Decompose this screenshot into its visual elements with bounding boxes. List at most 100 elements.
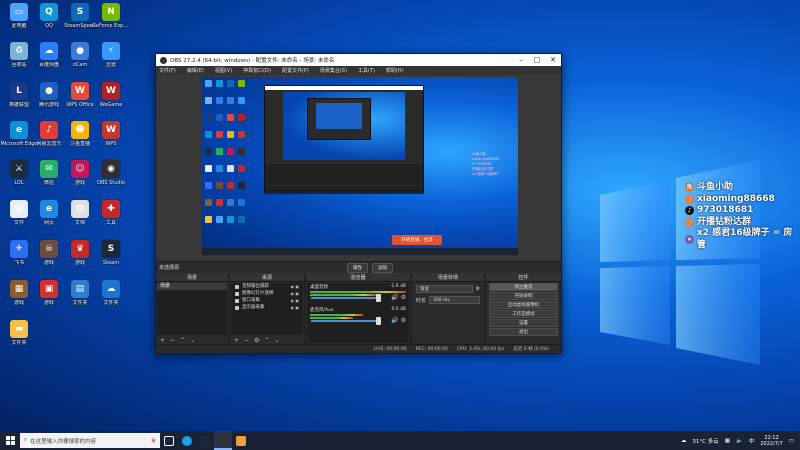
app-taskbar-icon[interactable] (232, 431, 250, 450)
volume-icon[interactable]: 🔈 (736, 438, 743, 444)
add-scene-icon[interactable]: + (160, 337, 165, 344)
menu-tools[interactable]: 工具(T) (358, 67, 375, 74)
remove-source-icon[interactable]: − (244, 337, 249, 344)
input-language[interactable]: 中 (749, 437, 755, 445)
network-icon[interactable]: ▦ (725, 438, 730, 444)
maximize-icon[interactable]: □ (529, 54, 545, 66)
desktop-icon[interactable]: ☁ 文件夹 (94, 280, 128, 320)
start-recording-button[interactable]: 开始录制 (489, 292, 558, 300)
close-icon[interactable]: ✕ (545, 54, 561, 66)
eye-icon[interactable]: ◉ ▣ (290, 304, 299, 311)
desktop-app-icon: W (102, 82, 120, 100)
settings-button[interactable]: 设置 (489, 319, 558, 327)
notification-icon[interactable]: ▭ (789, 438, 794, 444)
desktop-icon[interactable]: W WPS (94, 121, 128, 161)
start-button[interactable] (0, 431, 20, 450)
danmaku-row: ◎ xiaoming88668 (685, 193, 775, 204)
duration-input[interactable]: 300 ms (429, 296, 480, 304)
gear-icon[interactable]: ⚙ (401, 294, 406, 301)
gear-icon[interactable]: ⚙ (401, 317, 406, 324)
gear-icon[interactable]: ⚙ (476, 286, 480, 292)
move-down-icon[interactable]: ⌄ (274, 337, 279, 344)
desktop-app-icon: L (10, 82, 28, 100)
desktop-icon[interactable]: ⚡ 迅雷 (94, 42, 128, 82)
weather-text[interactable]: 31°C 多云 (692, 437, 718, 445)
properties-button[interactable]: 属性 (347, 262, 368, 273)
source-item[interactable]: 图像幻灯片放映 ◉ ▣ (231, 290, 303, 297)
desktop-app-icon: W (71, 82, 89, 100)
desktop-icon[interactable]: W WeGame (94, 82, 128, 122)
obs-statusbar: LIVE: 00:00:00 REC: 00:00:00 CPU: 3.4%, … (156, 344, 561, 353)
avatar-icon: ◎ (685, 194, 694, 204)
preview-desktop-icon (216, 114, 223, 121)
windows-wallpaper-logo (600, 160, 760, 365)
taskbar-search-box[interactable]: ⌕ 在这里输入你要搜索的内容 🀄 (20, 433, 160, 448)
desktop-app-icon: ⚡ (102, 42, 120, 60)
volume-slider-handle[interactable] (376, 317, 381, 325)
transition-select[interactable]: 渐变 (416, 285, 473, 293)
add-source-icon[interactable]: + (234, 337, 239, 344)
desktop-icon-label: 迅雷 (105, 62, 116, 68)
start-virtual-camera-button[interactable]: 启动虚拟摄像机 (489, 301, 558, 309)
preview-desktop-icon (238, 216, 245, 223)
obs-window[interactable]: OBS 27.2.4 (64-bit, windows) - 配置文件: 未命名… (155, 53, 562, 354)
remove-scene-icon[interactable]: − (170, 337, 175, 344)
minimize-icon[interactable]: – (513, 54, 529, 66)
speaker-icon[interactable]: 🔊 (391, 317, 398, 324)
eye-icon[interactable]: ◉ ▣ (290, 283, 299, 290)
studio-mode-button[interactable]: 工作室模式 (489, 310, 558, 318)
dropped-frames-status: 延迟 0 帧 (0.0%) (513, 347, 549, 352)
source-item[interactable]: 显示器采集 ◉ ▣ (231, 304, 303, 311)
desktop-app-icon: e (10, 121, 28, 139)
filters-button[interactable]: 滤镜 (372, 262, 393, 273)
volume-slider-handle[interactable] (376, 294, 381, 302)
steam-taskbar-icon[interactable] (196, 431, 214, 450)
volume-slider[interactable] (311, 320, 377, 322)
menu-scene-collection[interactable]: 场景集合(S) (320, 67, 347, 74)
obs-titlebar[interactable]: OBS 27.2.4 (64-bit, windows) - 配置文件: 未命名… (156, 54, 561, 66)
eye-icon[interactable]: ◉ ▣ (290, 290, 299, 297)
live-status: LIVE: 00:00:00 (373, 346, 407, 352)
douyu-icon: 鱼 (685, 183, 694, 193)
speaker-icon[interactable]: 🔊 (391, 294, 398, 301)
desktop-app-icon: ♻ (10, 42, 28, 60)
weather-icon[interactable]: ☁ (681, 438, 687, 444)
menu-profile[interactable]: 配置文件(P) (282, 67, 309, 74)
source-item[interactable]: 窗口采集 ◉ ▣ (231, 297, 303, 304)
move-up-icon[interactable]: ⌃ (180, 337, 185, 344)
gear-icon[interactable]: ⚙ (254, 337, 259, 344)
desktop-icon-label: 工具 (105, 220, 116, 226)
volume-meter (310, 291, 406, 293)
source-item[interactable]: 音频输出捕获 ◉ ▣ (231, 283, 303, 290)
desktop-app-icon: ✉ (40, 160, 58, 178)
eye-icon[interactable]: ◉ ▣ (290, 297, 299, 304)
desktop-icon[interactable]: ◉ OBS Studio (94, 160, 128, 200)
desktop-app-icon: ☁ (102, 280, 120, 298)
scene-item[interactable]: 场景 (157, 283, 227, 290)
exit-button[interactable]: 退出 (489, 328, 558, 336)
move-up-icon[interactable]: ⌃ (264, 337, 269, 344)
desktop-icon-label: WeGame (99, 102, 123, 108)
desktop-icon[interactable]: ✚ 工具 (94, 200, 128, 240)
menu-file[interactable]: 文件(F) (159, 67, 176, 74)
menu-docks[interactable]: 停靠窗口(D) (243, 67, 271, 74)
desktop-icon[interactable]: N GeForce Experience (92, 3, 130, 43)
menu-help[interactable]: 帮助(H) (386, 67, 404, 74)
desktop-icon[interactable]: S Steam (94, 240, 128, 280)
obs-taskbar-icon[interactable] (214, 431, 232, 450)
desktop-icon-label: 文件夹 (103, 300, 119, 306)
edge-taskbar-icon[interactable] (178, 431, 196, 450)
move-down-icon[interactable]: ⌄ (190, 337, 195, 344)
volume-meter (310, 317, 354, 319)
nested-obs-window (264, 85, 424, 191)
monitor-source-icon (235, 305, 239, 310)
task-view-icon[interactable] (160, 431, 178, 450)
menu-view[interactable]: 视图(V) (215, 67, 232, 74)
danmaku-row: ♪ 973018681 (685, 205, 800, 217)
preview-desktop-capture: 斗鱼小助 xiaoming88668 973018681 开播钻粉达群 x2 感… (202, 77, 518, 255)
menu-edit[interactable]: 编辑(E) (187, 67, 204, 74)
stop-streaming-button[interactable]: 停止推流 (489, 283, 558, 291)
desktop-icon[interactable]: ▬ 文件夹 (2, 320, 36, 360)
taskbar-clock[interactable]: 22:12 2022/7/7 (760, 435, 782, 447)
volume-slider[interactable] (311, 297, 377, 299)
